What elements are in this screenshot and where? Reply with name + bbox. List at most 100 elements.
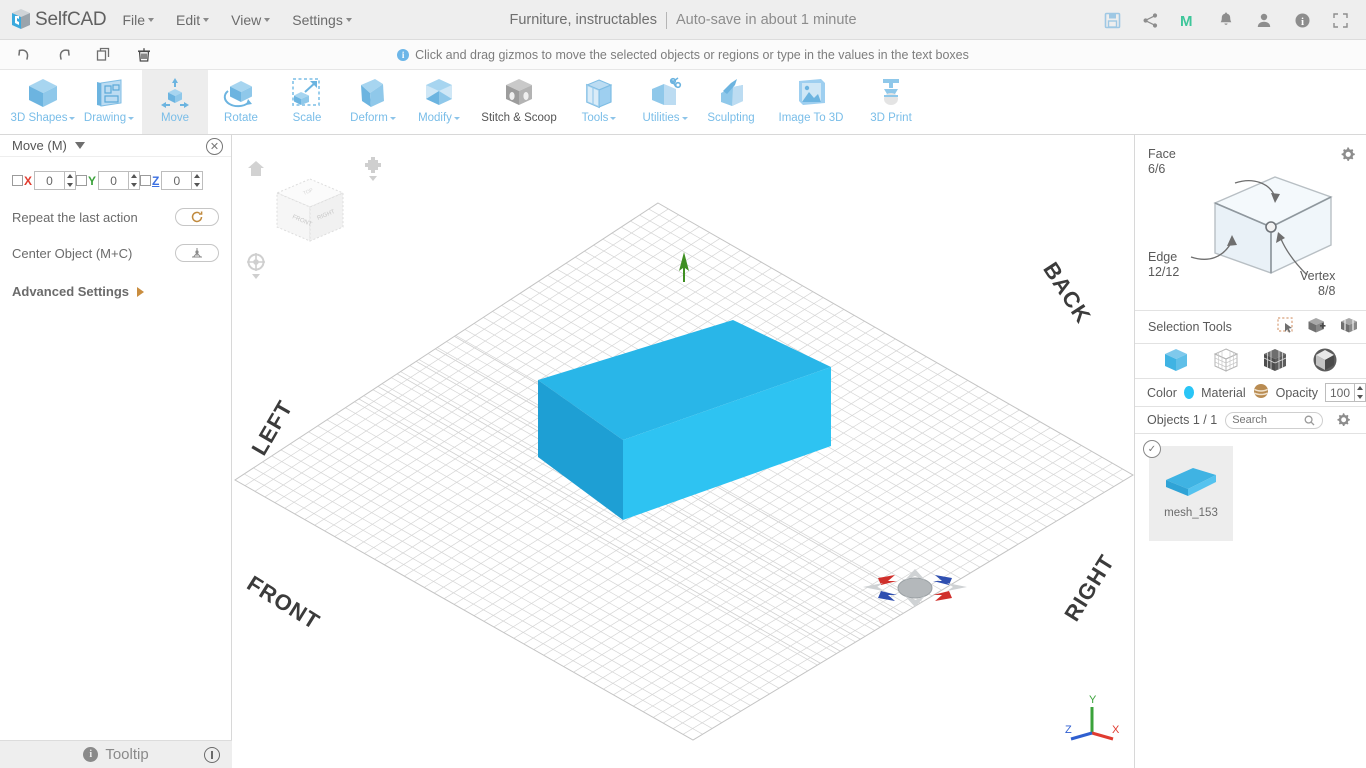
view-cube[interactable]: FRONT RIGHT TOP <box>271 173 349 254</box>
axis-z-checkbox[interactable] <box>140 175 152 186</box>
delete-icon[interactable] <box>134 45 154 65</box>
copy-icon[interactable] <box>94 45 114 65</box>
rectangle-select-icon[interactable] <box>1277 317 1294 337</box>
fullscreen-icon[interactable] <box>1330 10 1350 30</box>
axis-y-arrows[interactable] <box>128 172 139 189</box>
tool-image-to-3d-label: Image To 3D <box>778 112 844 124</box>
axis-x-down[interactable] <box>65 181 75 190</box>
zoom-tool-icon[interactable] <box>363 157 383 186</box>
info-icon[interactable]: i <box>1292 10 1312 30</box>
chevron-down-icon <box>128 116 135 120</box>
box-select-icon[interactable] <box>1340 317 1358 337</box>
axis-y-input[interactable] <box>99 172 129 189</box>
add-select-icon[interactable] <box>1308 317 1326 337</box>
menu-view-label: View <box>231 11 262 28</box>
axis-x-checkbox[interactable] <box>12 175 23 186</box>
redo-icon[interactable] <box>54 45 74 65</box>
axis-z-input[interactable] <box>162 172 192 189</box>
material-icon[interactable] <box>1253 383 1269 402</box>
chevron-down-icon <box>389 116 396 120</box>
home-view-icon[interactable] <box>247 160 265 180</box>
tool-drawing[interactable]: Drawing <box>76 70 142 134</box>
selected-object[interactable] <box>233 135 1134 768</box>
tool-3d-shapes[interactable]: 3D Shapes <box>10 70 76 134</box>
menu-file-label: File <box>122 11 146 28</box>
objects-search-box[interactable] <box>1225 411 1324 429</box>
repeat-action-label: Repeat the last action <box>12 209 138 225</box>
opacity-stepper[interactable] <box>1325 383 1366 402</box>
share-icon[interactable] <box>1140 10 1160 30</box>
tool-stitch-scoop[interactable]: Stitch & Scoop <box>472 70 566 134</box>
axis-x-stepper[interactable] <box>34 171 77 190</box>
user-icon[interactable] <box>1254 10 1274 30</box>
caret-up-icon <box>1357 386 1363 391</box>
brand[interactable]: SelfCAD <box>0 8 107 32</box>
label-text: Tools <box>581 112 609 124</box>
pan-tool-icon[interactable] <box>246 253 266 284</box>
3d-viewport[interactable]: LEFT BACK FRONT RIGHT FRONT RIGHT TOP Y … <box>233 135 1134 768</box>
color-swatch[interactable] <box>1183 386 1195 399</box>
tool-modify[interactable]: Modify <box>406 70 472 134</box>
axis-label-z: Z <box>1065 724 1072 736</box>
axis-x-up[interactable] <box>65 172 75 181</box>
tool-deform[interactable]: Deform <box>340 70 406 134</box>
axis-z-up[interactable] <box>192 172 202 181</box>
tool-rotate[interactable]: Rotate <box>208 70 274 134</box>
undo-icon[interactable] <box>14 45 34 65</box>
axis-z-down[interactable] <box>192 181 202 190</box>
power-icon[interactable] <box>204 746 220 763</box>
label-text: Utilities <box>642 112 680 124</box>
tool-image-to-3d[interactable]: Image To 3D <box>764 70 858 134</box>
chevron-down-icon[interactable] <box>74 142 85 149</box>
edge-mode-icon[interactable] <box>1262 347 1288 376</box>
opacity-down[interactable] <box>1355 393 1365 402</box>
object-mode-icon[interactable] <box>1163 347 1189 376</box>
save-icon[interactable] <box>1102 10 1122 30</box>
close-icon[interactable]: ✕ <box>206 138 223 155</box>
axis-group-y: Y <box>76 171 141 190</box>
axis-y-checkbox[interactable] <box>76 175 88 186</box>
advanced-settings-toggle[interactable]: Advanced Settings <box>12 284 219 299</box>
tool-3d-print-label: 3D Print <box>870 112 912 124</box>
menu-edit[interactable]: Edit <box>176 12 210 28</box>
caret-down-icon <box>194 182 201 187</box>
center-object-button[interactable] <box>175 244 219 262</box>
bell-icon[interactable] <box>1216 10 1236 30</box>
object-name: mesh_153 <box>1164 507 1218 519</box>
face-mode-icon[interactable] <box>1213 347 1239 376</box>
caret-down-icon <box>67 182 74 187</box>
edge-count: 12/12 <box>1148 265 1180 279</box>
opacity-input[interactable] <box>1326 384 1354 401</box>
axis-y-down[interactable] <box>129 181 139 190</box>
menu-view[interactable]: View <box>231 11 271 28</box>
vertex-mode-icon[interactable] <box>1312 347 1338 376</box>
tool-scale[interactable]: Scale <box>274 70 340 134</box>
repeat-action-button[interactable] <box>175 208 219 226</box>
project-title[interactable]: Furniture, instructables <box>509 12 656 28</box>
axis-y-up[interactable] <box>129 172 139 181</box>
tool-utilities[interactable]: Utilities <box>632 70 698 134</box>
axis-y-stepper[interactable] <box>98 171 141 190</box>
objects-settings-icon[interactable] <box>1335 411 1351 430</box>
tools-icon <box>581 74 617 111</box>
axis-z-arrows[interactable] <box>191 172 202 189</box>
chevron-down-icon <box>264 17 271 22</box>
mailchimp-icon[interactable]: M <box>1178 10 1198 30</box>
menu-settings-label: Settings <box>292 11 343 28</box>
axis-x-arrows[interactable] <box>64 172 75 189</box>
tool-sculpting[interactable]: Sculpting <box>698 70 764 134</box>
opacity-arrows[interactable] <box>1354 384 1365 401</box>
menu-file[interactable]: File <box>122 11 155 28</box>
axis-x-input[interactable] <box>35 172 65 189</box>
object-selected-icon[interactable]: ✓ <box>1143 440 1161 458</box>
tool-3d-print[interactable]: 3D Print <box>858 70 924 134</box>
list-item[interactable]: ✓ mesh_153 <box>1143 440 1233 541</box>
tool-tools[interactable]: Tools <box>566 70 632 134</box>
opacity-up[interactable] <box>1355 384 1365 393</box>
caret-up-icon <box>67 174 74 179</box>
menu-settings[interactable]: Settings <box>292 12 352 28</box>
vertex-label: Vertex 8/8 <box>1300 269 1335 299</box>
axis-z-stepper[interactable] <box>161 171 204 190</box>
tool-move[interactable]: Move <box>142 70 208 134</box>
objects-search-input[interactable] <box>1232 414 1305 426</box>
